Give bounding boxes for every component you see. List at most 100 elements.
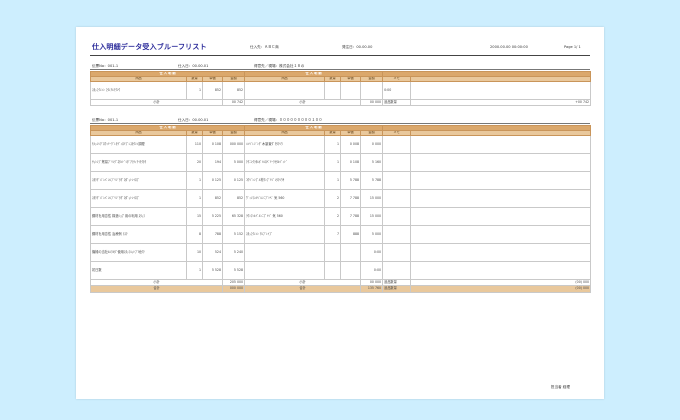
row-spacer: [410, 81, 592, 100]
item-name: ｽﾀｸｸﾞﾊﾟﾝﾊﾟﾝﾙﾌﾞﾘｼﾞﾀｸﾞﾛﾀﾞｯﾄﾚｲﾛﾌﾞ: [90, 171, 187, 190]
row-spacer: [410, 189, 592, 208]
return-item-amount: 0 000: [360, 135, 384, 154]
item-amount: 852: [221, 189, 246, 208]
return-item-amount: 0:00: [360, 243, 384, 262]
return-item-price: [340, 243, 362, 262]
return-item-amount: 5 000: [360, 225, 384, 244]
return-item-amount: 5 788: [360, 171, 384, 190]
item-price: 0 108: [202, 135, 223, 154]
item-name: 初日数: [90, 261, 187, 280]
return-item-name: ｺｳﾍﾞﾝﾝﾌﾞﾙ材ｸﾝﾌﾞﾘｼﾞﾚﾀｸｼｳｻ: [244, 171, 326, 190]
item-name: ｽﾀｯﾌｸﾚﾝﾝ ﾌﾀﾚｱﾙｱｸｼｳ: [90, 81, 187, 100]
table-row: 鋼材を用意性 構造ｼｮﾌﾟ用の利用 ｽﾀｯﾌ 15 5 225 65 328 ﾗｳﾝﾏﾝ…: [90, 207, 592, 226]
print-timestamp: 2000.00.00 00:00:00: [490, 45, 528, 49]
item-price: 0 125: [202, 171, 223, 190]
page-number: Page 1/ 1: [564, 45, 581, 49]
return-item-qty: 2: [324, 207, 342, 226]
table-row: ｽﾀｯﾌｸﾚﾝﾝ ﾌﾀﾚｱﾙｱｸｼｳ 1 852 852 0:00: [90, 81, 592, 100]
return-item-name: ﾊﾝﾍﾞﾚｼﾞﾝｸﾞ木製置ﾀﾞｸﾀｸｼｳ: [244, 135, 326, 154]
return-item-amount: 15 000: [360, 207, 384, 226]
return-item-qty: 2: [324, 189, 342, 208]
supplier-label: 仕入先：ＡＢＣ商: [250, 45, 279, 49]
item-price: 524: [202, 243, 223, 262]
return-item-qty: 1: [324, 171, 342, 190]
total-label: 合計: [90, 285, 223, 293]
item-qty: 20: [186, 153, 203, 172]
item-memo: [382, 171, 412, 190]
detail-table: 仕 入 明 細仕 入 明 細商品 数量 単価 金額 商品 数量 単価 金額 メモ ﾓﾙｯｼｼｸﾞﾛ…: [89, 125, 592, 293]
item-memo: [382, 135, 412, 154]
return-item-price: 0 108: [340, 153, 362, 172]
item-price: 852: [202, 189, 223, 208]
total-balance: (00) 000: [410, 285, 592, 293]
return-item-name: [244, 243, 326, 262]
row-spacer: [410, 261, 592, 280]
item-memo: [382, 207, 412, 226]
item-name: ｻｯｼｼﾌﾞ貿易ﾌﾟﾘﾝｸﾞﾈﾀﾝﾄﾞｼﾀﾞｱﾗﾃｨｱｲｸｸﾀｸ: [90, 153, 187, 172]
return-item-qty: [324, 243, 342, 262]
return-item-price: 7 788: [340, 207, 362, 226]
item-amount: 852: [221, 81, 246, 100]
item-amount: 5 528: [221, 261, 246, 280]
return-item-name: ｳﾞｨﾝﾏﾝﾙﾍﾞﾙﾝﾆﾌﾟﾄﾍﾞ 気 560: [244, 189, 326, 208]
return-item-amount: [360, 81, 384, 100]
return-item-amount: 0:00: [360, 261, 384, 280]
section-rule: [90, 123, 590, 124]
return-item-amount: 15 000: [360, 189, 384, 208]
header-rule: [90, 55, 590, 56]
return-qty-tag: 返品数量: [382, 99, 412, 106]
item-qty: 1: [186, 189, 203, 208]
item-qty: 15: [186, 207, 203, 226]
row-spacer: [410, 153, 592, 172]
item-amount: 000 000: [221, 135, 246, 154]
return-item-amount: 5 160: [360, 153, 384, 172]
table-row: 初日数 1 5 528 5 528 0:00: [90, 261, 592, 280]
return-total-label: 合計: [244, 285, 362, 293]
detail-table: 仕 入 明 細仕 入 明 細商品 数量 単価 金額 商品 数量 単価 金額 メモ ｽﾀｯﾌｸﾚﾝﾝ…: [89, 71, 592, 106]
row-spacer: [410, 207, 592, 226]
item-memo: 0:00: [382, 81, 412, 100]
item-price: 852: [202, 81, 223, 100]
return-item-name: ﾗｳﾝﾏﾝﾙﾍﾞﾙﾝﾆﾌﾟﾄﾍﾞ 気 560: [244, 207, 326, 226]
document-page: 仕入明細データ受入ブルーフリスト 仕入先：ＡＢＣ商 発注日：00.00.00 2…: [76, 27, 604, 399]
item-memo: [382, 153, 412, 172]
item-qty: 10: [186, 243, 203, 262]
item-amount: 5 000: [221, 153, 246, 172]
item-amount: 65 328: [221, 207, 246, 226]
row-spacer: [410, 243, 592, 262]
subtotal-balance: +00 742: [410, 99, 592, 106]
item-qty: 1: [186, 81, 203, 100]
order-date: 発注日：00.00.00: [342, 45, 373, 49]
row-spacer: [410, 171, 592, 190]
return-item-price: 0 008: [340, 135, 362, 154]
row-spacer: [410, 225, 592, 244]
return-item-price: [340, 261, 362, 280]
item-name: 機械の当社ﾙﾙｸﾙﾀﾞ使用ｽﾀｯﾌﾙｯﾄﾌﾟ地ｸｸ: [90, 243, 187, 262]
signature-label: 担当者 経理: [550, 385, 570, 389]
return-total-amount: 135 760: [360, 285, 384, 293]
return-item-name: [244, 261, 326, 280]
item-price: 194: [202, 153, 223, 172]
item-memo: [382, 261, 412, 280]
total-amount: 000 000: [221, 285, 246, 293]
item-amount: 0 125: [221, 171, 246, 190]
subtotal-row: 小計 00 742 小計 00 000 返品数量 +00 742: [90, 99, 592, 106]
section-rule: [90, 69, 590, 70]
item-price: 5 528: [202, 261, 223, 280]
return-item-price: 5 788: [340, 171, 362, 190]
item-name: ｽﾀｸｸﾞﾊﾟﾝﾊﾟﾝﾙﾌﾞﾘｼﾞﾀｸﾞﾛﾀﾞｯﾄﾚｲﾛﾌﾞ: [90, 189, 187, 208]
item-name: ﾓﾙｯｼｼｸﾞﾛｳｨﾘｰｸﾞﾚﾀﾃﾞｨﾛﾘﾌﾞﾚｽﾀｸｼﾝ調理: [90, 135, 187, 154]
return-item-qty: [324, 261, 342, 280]
item-qty: 1: [186, 171, 203, 190]
item-name: 鋼材を用意性 治療例 ﾗｽｸ: [90, 225, 187, 244]
item-qty: 1: [186, 261, 203, 280]
item-amount: 5 152: [221, 225, 246, 244]
row-spacer: [410, 135, 592, 154]
item-memo: [382, 243, 412, 262]
item-qty: 110: [186, 135, 203, 154]
return-item-name: [244, 81, 326, 100]
item-price: 788: [202, 225, 223, 244]
return-item-name: ｸｸﾆｼｸﾗﾀﾙﾎﾟﾄﾙﾛﾍﾞﾘｰｸﾅﾀﾙﾍﾞｨﾄﾞ: [244, 153, 326, 172]
subtotal-label: 小計: [90, 99, 223, 106]
table-row: ｽﾀｸｸﾞﾊﾟﾝﾊﾟﾝﾙﾌﾞﾘｼﾞﾀｸﾞﾛﾀﾞｯﾄﾚｲﾛﾌﾞ 1 0 125 0 12…: [90, 171, 592, 190]
